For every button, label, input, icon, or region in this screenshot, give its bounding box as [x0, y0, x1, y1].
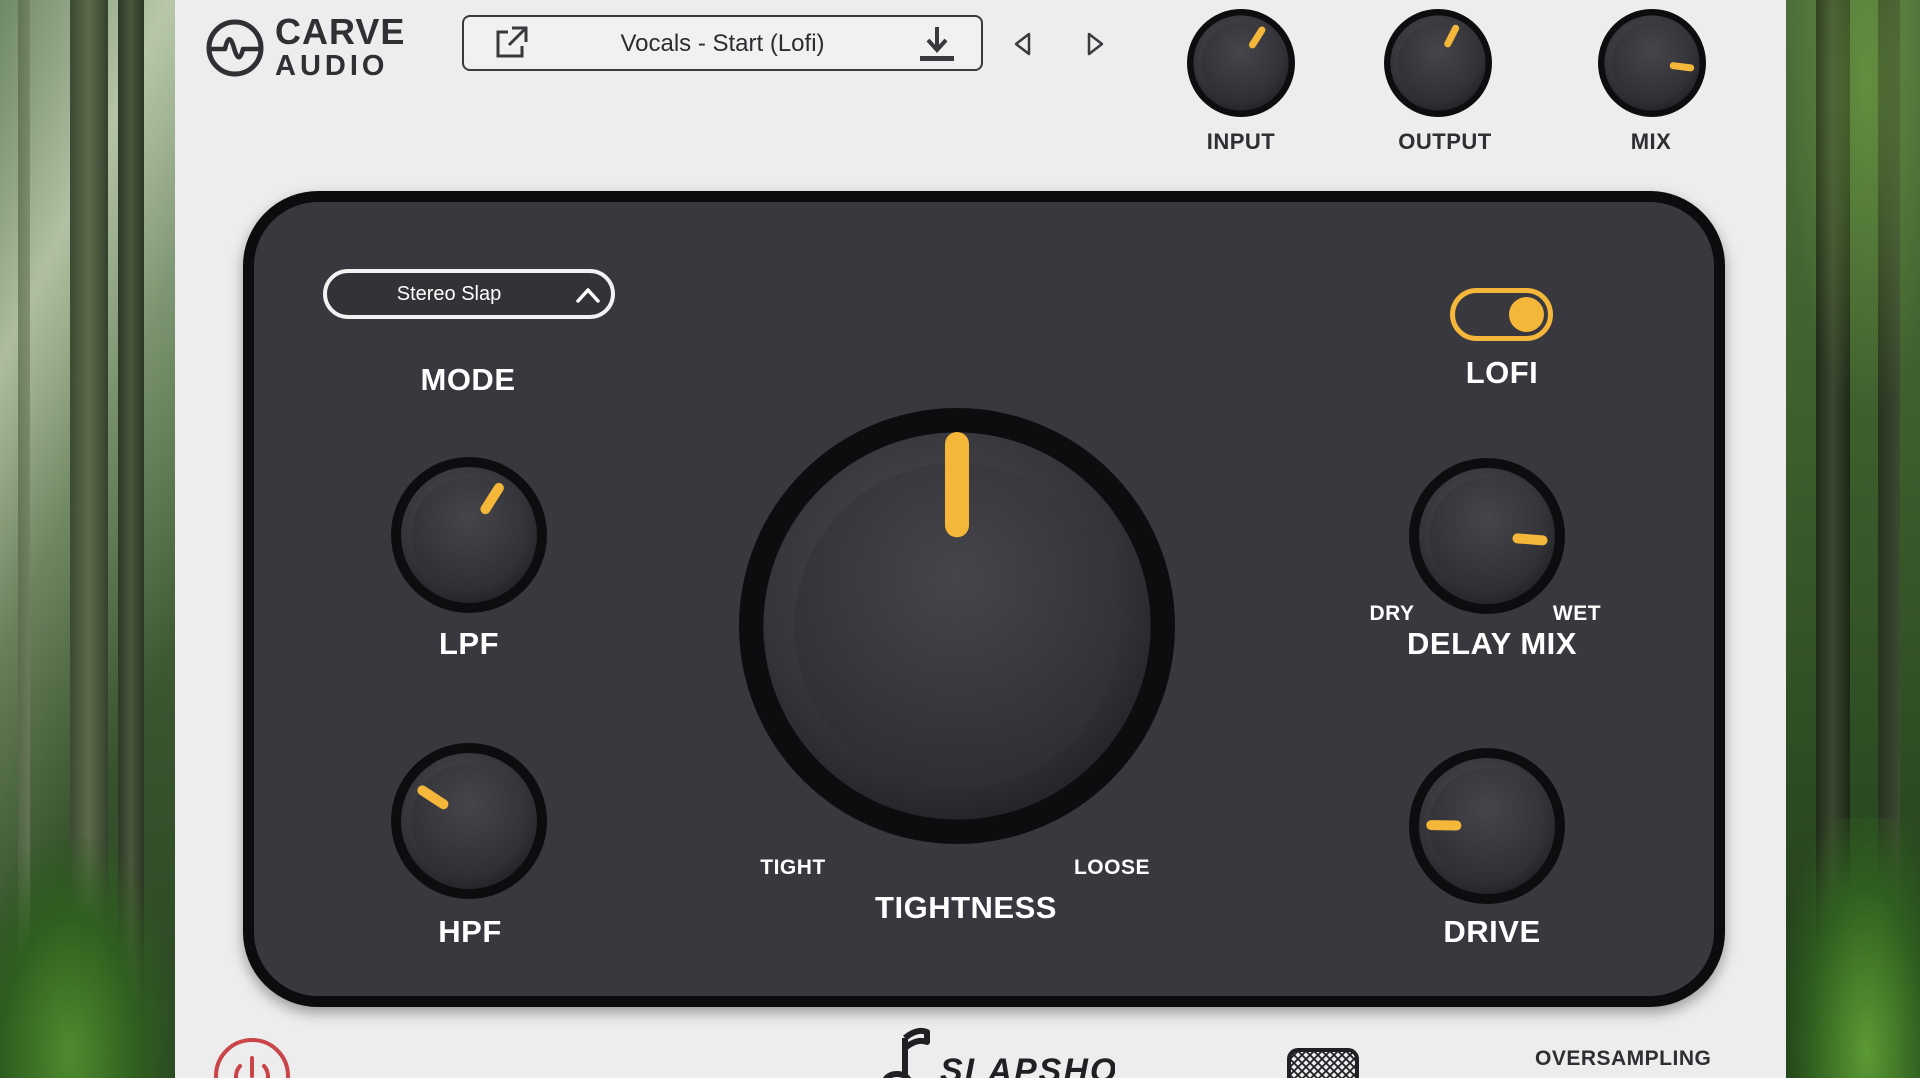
mode-label: MODE [420, 362, 516, 397]
knob-graphic [1598, 9, 1706, 117]
drive-knob[interactable] [1407, 746, 1567, 906]
knob-graphic [1187, 9, 1295, 117]
knob-graphic [391, 457, 547, 613]
brand-line1: CARVE [275, 11, 406, 52]
knob-graphic [1409, 748, 1565, 904]
preset-selector[interactable]: Vocals - Start (Lofi) [462, 15, 983, 71]
oversampling-grid-icon[interactable] [1286, 1047, 1360, 1078]
lpf-knob[interactable] [389, 455, 549, 615]
brand-line2: AUDIO [275, 50, 389, 82]
mode-dropdown[interactable]: Stereo Slap [323, 269, 615, 319]
knob-graphic [739, 408, 1175, 844]
power-icon[interactable] [212, 1036, 292, 1078]
next-preset-arrow-icon[interactable] [1083, 30, 1107, 58]
drive-label: DRIVE [1443, 914, 1541, 949]
tightness-label: TIGHTNESS [875, 890, 1057, 925]
external-link-icon[interactable] [492, 24, 530, 62]
chevron-up-icon[interactable] [573, 281, 603, 311]
hpf-label: HPF [438, 914, 502, 949]
forest-background-left [0, 0, 175, 1078]
delay-mix-min-label: DRY [1369, 602, 1415, 625]
main-control-panel: Stereo Slap MODE LOFI LPF HPF TIGHT LOOS… [243, 191, 1725, 1007]
input-label: INPUT [1206, 129, 1276, 154]
output-knob[interactable] [1382, 7, 1494, 119]
knob-graphic [1409, 458, 1565, 614]
delay-mix-knob[interactable] [1407, 456, 1567, 616]
mix-knob[interactable] [1596, 7, 1708, 119]
preset-name[interactable]: Vocals - Start (Lofi) [544, 30, 901, 58]
brand-wordmark: CARVE AUDIO [275, 14, 405, 81]
carve-audio-logo-icon [206, 19, 264, 76]
brand-logo: CARVE AUDIO [205, 14, 405, 81]
knob-indicator [1512, 533, 1548, 546]
lofi-toggle-thumb[interactable] [1509, 297, 1544, 332]
output-label: OUTPUT [1398, 129, 1492, 154]
knob-graphic [391, 743, 547, 899]
input-knob[interactable] [1185, 7, 1297, 119]
delay-mix-label: DELAY MIX [1407, 626, 1577, 661]
tightness-min-label: TIGHT [760, 856, 826, 879]
slapshot-wordmark: SLAPSHOT [940, 1052, 1115, 1078]
tightness-knob[interactable] [737, 406, 1177, 846]
knob-indicator [1669, 62, 1695, 72]
tightness-max-label: LOOSE [1073, 856, 1150, 879]
previous-preset-arrow-icon[interactable] [1011, 30, 1035, 58]
slapshot-logo: SLAPSHOT [865, 1026, 1140, 1078]
mode-value[interactable]: Stereo Slap [327, 283, 571, 306]
forest-background-right [1786, 0, 1920, 1078]
music-note-icon: SLAPSHOT [883, 1027, 1140, 1078]
download-icon[interactable] [917, 23, 957, 65]
hpf-knob[interactable] [389, 741, 549, 901]
lpf-label: LPF [438, 626, 500, 661]
fern-foliage [1786, 818, 1920, 1078]
plugin-window: CARVE AUDIO Vocals - Start (Lofi) INPUT … [175, 0, 1786, 1078]
lofi-label: LOFI [1465, 355, 1539, 390]
fern-foliage [0, 838, 175, 1078]
mix-label: MIX [1630, 129, 1672, 154]
oversampling-label: OVERSAMPLING [1535, 1047, 1712, 1070]
leaf-canopy [1786, 0, 1920, 420]
lofi-toggle[interactable] [1450, 288, 1553, 341]
knob-graphic [1384, 9, 1492, 117]
delay-mix-max-label: WET [1552, 602, 1602, 625]
